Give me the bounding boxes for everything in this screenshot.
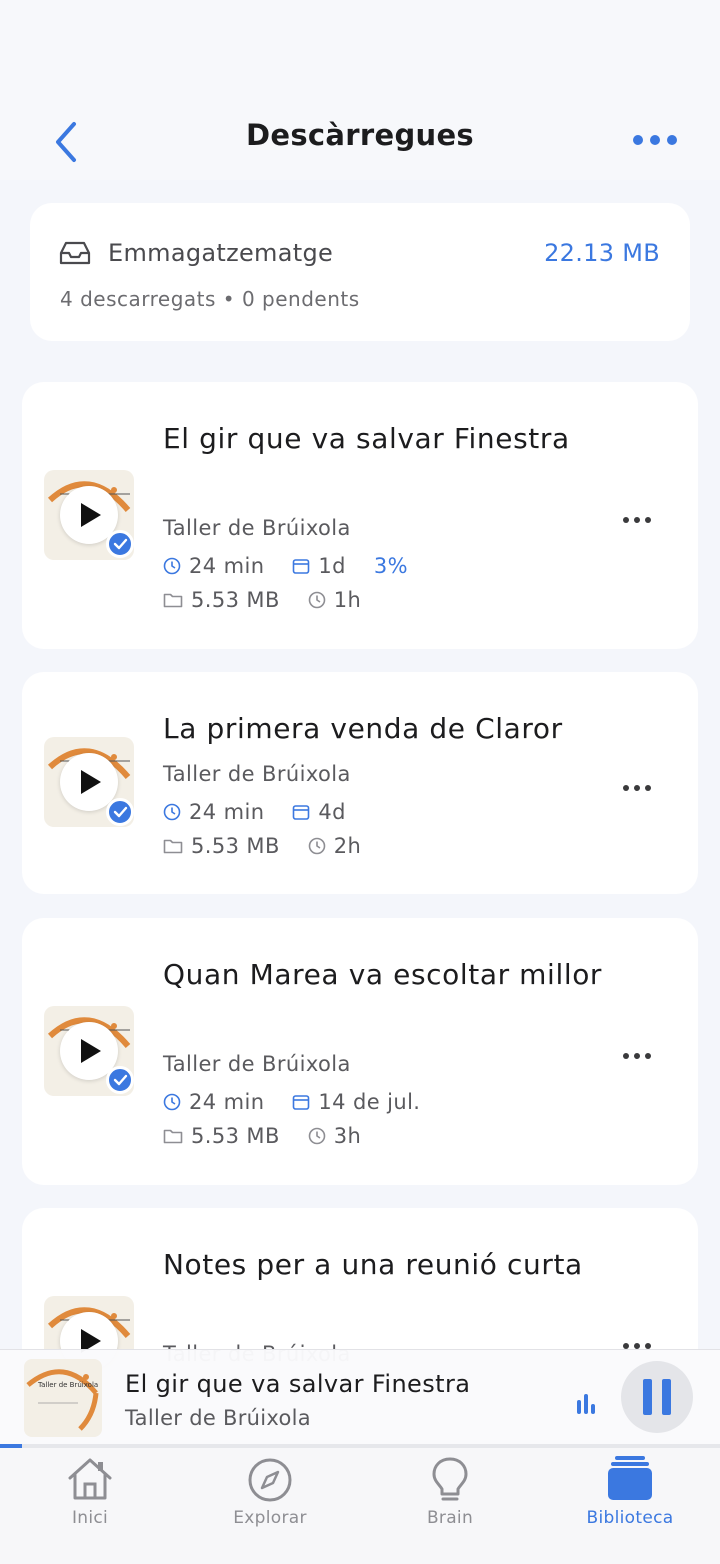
episode-more-button[interactable]	[622, 1046, 652, 1059]
more-options-button[interactable]	[630, 126, 680, 154]
downloaded-ago: 1h	[308, 588, 361, 612]
calendar-icon	[293, 559, 310, 574]
episode-show: Taller de Brúixola	[163, 1052, 351, 1076]
downloaded-ago: 3h	[308, 1124, 361, 1148]
home-icon	[68, 1458, 112, 1500]
episode-card[interactable]: Quan Marea va escoltar millor Taller de …	[22, 918, 698, 1185]
episode-card[interactable]: La primera venda de Claror Taller de Brú…	[22, 672, 698, 894]
episode-title: La primera venda de Claror	[163, 712, 563, 745]
tab-brain[interactable]: Brain	[380, 1454, 520, 1528]
tab-biblioteca[interactable]: Biblioteca	[560, 1454, 700, 1528]
clock-icon	[308, 591, 326, 609]
navigation-header: Descàrregues	[0, 0, 720, 180]
episode-file-row: 5.53 MB 1h	[163, 588, 389, 612]
episode-title: Notes per a una reunió curta	[163, 1248, 583, 1281]
svg-text:Taller de Brúixola: Taller de Brúixola	[37, 1381, 98, 1389]
publish-date: 14 de jul.	[292, 1090, 420, 1114]
downloaded-check-icon	[106, 798, 134, 826]
folder-icon	[163, 839, 183, 854]
duration: 24 min	[163, 554, 264, 578]
more-horizontal-icon	[623, 517, 651, 523]
episode-more-button[interactable]	[622, 1336, 652, 1349]
file-size: 5.53 MB	[163, 588, 280, 612]
downloaded-check-icon	[106, 1066, 134, 1094]
now-playing-title: El gir que va salvar Finestra	[125, 1370, 471, 1398]
storage-size: 22.13 MB	[544, 239, 660, 267]
publish-date: 4d	[292, 800, 346, 824]
clock-icon	[163, 803, 181, 821]
file-size: 5.53 MB	[163, 1124, 280, 1148]
equalizer-icon	[577, 1394, 595, 1414]
folder-icon	[163, 1129, 183, 1144]
folder-icon	[163, 593, 183, 608]
episode-show: Taller de Brúixola	[163, 516, 351, 540]
publish-date: 1d	[292, 554, 346, 578]
episode-more-button[interactable]	[622, 510, 652, 523]
now-playing-show: Taller de Brúixola	[125, 1406, 311, 1430]
mini-player[interactable]: Taller de Brúixola El gir que va salvar …	[0, 1349, 720, 1447]
clock-icon	[308, 837, 326, 855]
tray-icon	[59, 241, 91, 265]
tab-label: Explorar	[233, 1508, 307, 1528]
file-size: 5.53 MB	[163, 834, 280, 858]
episode-show: Taller de Brúixola	[163, 762, 351, 786]
now-playing-artwork: Taller de Brúixola	[24, 1359, 102, 1437]
more-horizontal-icon	[633, 135, 677, 145]
calendar-icon	[293, 805, 310, 820]
more-horizontal-icon	[623, 1053, 651, 1059]
clock-icon	[308, 1127, 326, 1145]
episode-meta-row: 24 min 1d 3%	[163, 554, 436, 578]
episode-title: Quan Marea va escoltar millor	[163, 958, 603, 991]
artwork-image: Taller de Brúixola	[26, 1369, 99, 1431]
duration: 24 min	[163, 1090, 264, 1114]
tab-inici[interactable]: Inici	[20, 1454, 160, 1528]
storage-summary-card: Emmagatzematge 22.13 MB 4 descarregats •…	[30, 203, 690, 341]
episode-file-row: 5.53 MB 3h	[163, 1124, 389, 1148]
downloaded-check-icon	[106, 530, 134, 558]
tab-explorar[interactable]: Explorar	[200, 1454, 340, 1528]
lightbulb-icon	[432, 1457, 468, 1501]
storage-label: Emmagatzematge	[108, 239, 334, 267]
episode-title: El gir que va salvar Finestra	[163, 422, 570, 455]
page-title: Descàrregues	[246, 118, 474, 152]
compass-icon	[248, 1458, 292, 1502]
calendar-icon	[293, 1095, 310, 1110]
download-counts: 4 descarregats • 0 pendents	[60, 287, 360, 311]
clock-icon	[163, 1093, 181, 1111]
library-icon	[608, 1456, 652, 1500]
episode-file-row: 5.53 MB 2h	[163, 834, 389, 858]
pause-icon	[643, 1379, 671, 1415]
duration: 24 min	[163, 800, 264, 824]
episode-more-button[interactable]	[622, 778, 652, 791]
more-horizontal-icon	[623, 785, 651, 791]
tab-label: Brain	[426, 1508, 474, 1528]
clock-icon	[163, 557, 181, 575]
tab-bar: Inici Explorar Brain Biblioteca	[0, 1448, 720, 1564]
episode-meta-row: 24 min 4d	[163, 800, 374, 824]
listen-progress: 3%	[373, 554, 409, 578]
tab-label: Inici	[71, 1508, 109, 1528]
downloaded-ago: 2h	[308, 834, 361, 858]
tab-label: Biblioteca	[586, 1508, 674, 1528]
episode-card[interactable]: El gir que va salvar Finestra Taller de …	[22, 382, 698, 649]
pause-button[interactable]	[621, 1361, 693, 1433]
episode-meta-row: 24 min 14 de jul.	[163, 1090, 448, 1114]
